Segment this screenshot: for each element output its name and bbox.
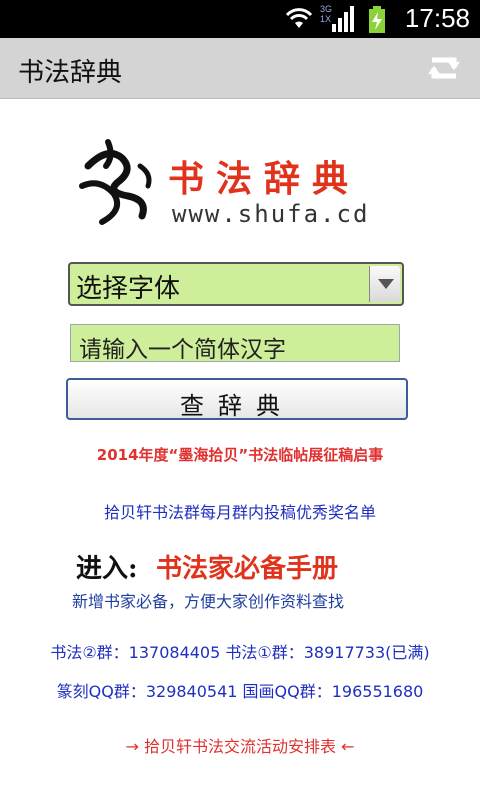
dropdown-arrow-icon[interactable] — [369, 266, 400, 302]
contest-notice-link[interactable]: 2014年度“墨海拾贝”书法临帖展征稿启事 — [0, 444, 480, 465]
status-bar: 3G 1X 17:58 — [0, 0, 480, 38]
logo-brand-text: 书法辞典 — [168, 158, 361, 200]
app-logo: 书法辞典 www.shufa.cd — [78, 136, 408, 232]
search-button-label: 查辞典 — [180, 392, 294, 420]
banner-subtitle: 新增书家必备，方便大家创作资料查找 — [72, 592, 345, 611]
action-bar: 书法辞典 — [0, 38, 480, 99]
refresh-icon[interactable] — [424, 50, 464, 86]
calligraphy-logo-icon — [78, 136, 162, 232]
qq-groups-line-2[interactable]: 篆刻QQ群：329840541 国画QQ群：196551680 — [0, 678, 480, 702]
banner-title: 书法家必备手册 — [156, 554, 339, 584]
handbook-banner[interactable]: 进入: 书法家必备手册 新增书家必备，方便大家创作资料查找 — [70, 544, 406, 611]
search-dictionary-button[interactable]: 查辞典 — [66, 378, 408, 420]
clock: 17:58 — [404, 3, 470, 33]
wifi-icon — [285, 8, 313, 28]
battery-charging-icon — [369, 6, 385, 33]
signal-icon — [332, 6, 354, 32]
font-style-selected: 选择字体 — [76, 274, 181, 304]
character-input[interactable]: 请输入一个简体汉字 — [70, 324, 400, 363]
font-style-select[interactable]: 选择字体 — [68, 262, 404, 306]
monthly-awards-link[interactable]: 拾贝轩书法群每月群内投稿优秀奖名单 — [0, 499, 480, 523]
banner-prefix: 进入: — [76, 554, 138, 584]
activity-schedule-link[interactable]: → 拾贝轩书法交流活动安排表 ← — [0, 733, 480, 757]
app-title: 书法辞典 — [18, 58, 123, 88]
character-input-placeholder: 请输入一个简体汉字 — [79, 337, 286, 363]
logo-url-text: www.shufa.cd — [172, 200, 370, 228]
qq-groups-line-1[interactable]: 书法②群：137084405 书法①群：38917733(已满) — [0, 639, 480, 663]
